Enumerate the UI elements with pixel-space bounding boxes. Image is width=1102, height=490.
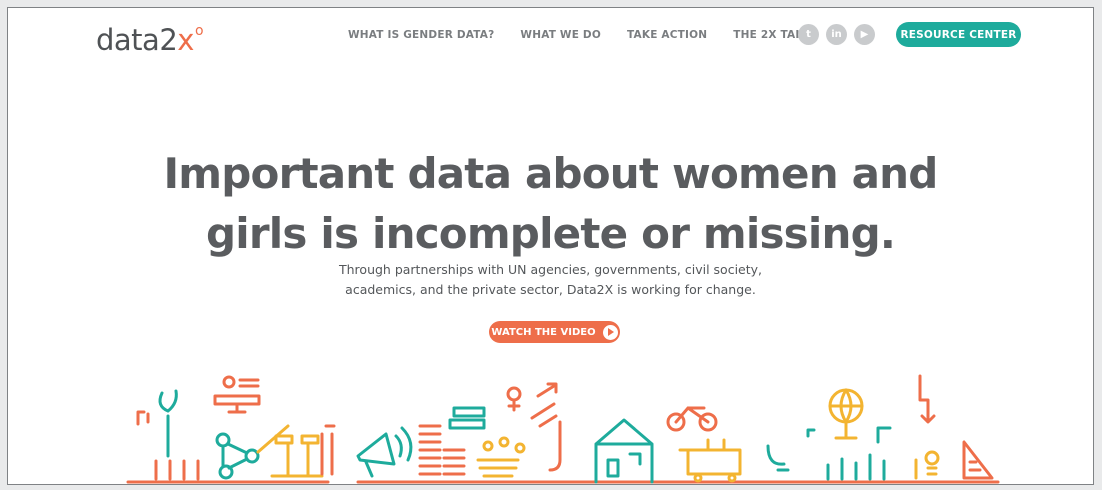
logo-text: data2 — [96, 23, 178, 57]
icon-illustration — [126, 374, 1000, 484]
arrow-icon — [918, 374, 936, 424]
play-icon — [602, 324, 618, 340]
triangle-ruler-icon — [962, 440, 994, 480]
logo-x: x — [177, 23, 194, 57]
watch-video-button[interactable]: WATCH THE VIDEO — [489, 321, 620, 343]
faucet-icon — [766, 428, 816, 472]
resource-center-button[interactable]: RESOURCE CENTER — [896, 22, 1021, 47]
data2x-logo[interactable]: data2xo — [96, 23, 204, 57]
computer-icon — [213, 375, 261, 414]
headline-line-1: Important data about women and — [163, 149, 938, 198]
watch-video-label: WATCH THE VIDEO — [491, 326, 596, 338]
nav-take-action[interactable]: TAKE ACTION — [627, 28, 707, 42]
lightbulb-icon — [914, 450, 940, 480]
logo-circle: o — [194, 23, 204, 40]
network-icon — [215, 424, 290, 480]
bar-chart-icon — [826, 426, 892, 481]
linkedin-icon[interactable]: in — [826, 24, 847, 45]
social-links: t in ▶ — [798, 24, 882, 45]
hero-headline: Important data about women and girls is … — [8, 144, 1093, 264]
headline-line-2: girls is incomplete or missing. — [205, 209, 896, 258]
subtext-line-2: academics, and the private sector, Data2… — [345, 282, 756, 297]
subtext-line-1: Through partnerships with UN agencies, g… — [339, 262, 762, 277]
page-frame: data2xo WHAT IS GENDER DATA? WHAT WE DO … — [7, 7, 1094, 485]
house-icon — [594, 418, 654, 484]
bicycle-icon — [666, 406, 718, 432]
nav-gender-data[interactable]: WHAT IS GENDER DATA? — [348, 28, 494, 42]
hero-subtext: Through partnerships with UN agencies, g… — [8, 260, 1093, 300]
books-icon — [448, 406, 486, 430]
megaphone-icon — [356, 426, 413, 478]
coins-icon — [418, 424, 466, 476]
twitter-icon[interactable]: t — [798, 24, 819, 45]
globe-icon — [828, 388, 864, 440]
cart-icon — [678, 438, 742, 483]
nav-what-we-do[interactable]: WHAT WE DO — [520, 28, 601, 42]
bowl-icon — [476, 436, 526, 478]
youtube-icon[interactable]: ▶ — [854, 24, 875, 45]
gender-icon — [506, 382, 562, 472]
sprout-chart-icon — [136, 389, 200, 481]
main-nav: WHAT IS GENDER DATA? WHAT WE DO TAKE ACT… — [348, 28, 837, 42]
